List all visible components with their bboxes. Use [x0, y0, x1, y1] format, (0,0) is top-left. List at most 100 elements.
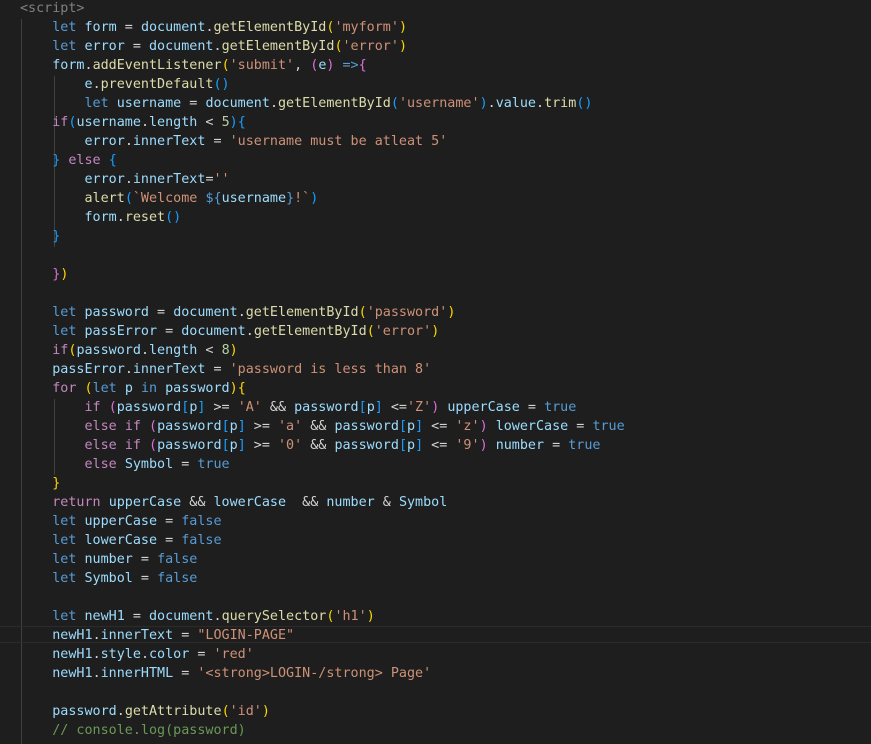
code-token: ): [366, 609, 375, 624]
code-token: password: [334, 419, 399, 434]
code-line[interactable]: let upperCase = false: [20, 512, 625, 531]
code-line[interactable]: let Symbol = false: [20, 569, 625, 588]
code-token: password: [76, 343, 141, 358]
code-line[interactable]: [20, 284, 625, 303]
code-token: >=: [205, 400, 238, 415]
code-token: true: [197, 457, 230, 472]
code-token: if: [52, 343, 69, 358]
code-line[interactable]: }: [20, 474, 625, 493]
code-token: innerText: [132, 362, 206, 377]
code-token: [: [398, 419, 407, 434]
code-line[interactable]: let passError = document.getElementById(…: [20, 322, 625, 341]
code-token: .: [116, 210, 125, 225]
code-lines[interactable]: <script> let form = document.getElementB…: [0, 0, 871, 740]
code-line[interactable]: error.innerText='': [20, 170, 625, 189]
code-token: number: [495, 438, 545, 453]
code-line[interactable]: error.innerText = 'username must be atle…: [20, 132, 625, 151]
code-line[interactable]: password.getAttribute('id'): [20, 702, 625, 721]
code-line[interactable]: [20, 683, 625, 702]
code-line[interactable]: } else {: [20, 151, 625, 170]
code-line[interactable]: newH1.style.color = 'red': [20, 645, 625, 664]
code-line[interactable]: if(password.length < 8): [20, 341, 625, 360]
code-token: .: [269, 96, 278, 111]
code-line[interactable]: let lowerCase = false: [20, 531, 625, 550]
code-line[interactable]: let newH1 = document.querySelector('h1'): [20, 607, 625, 626]
code-line[interactable]: e.preventDefault(): [20, 75, 625, 94]
code-token: 'z': [455, 419, 480, 434]
code-token: length: [149, 343, 198, 358]
code-line[interactable]: let number = false: [20, 550, 625, 569]
code-token: password: [52, 704, 117, 719]
code-line[interactable]: return upperCase && lowerCase && number …: [20, 493, 625, 512]
code-token: <=: [423, 438, 456, 453]
code-token: .: [487, 96, 496, 111]
code-token: ${: [205, 191, 222, 206]
code-token: document: [140, 20, 206, 35]
code-line[interactable]: for (let p in password){: [20, 379, 625, 398]
code-line[interactable]: if(username.length < 5){: [20, 113, 625, 132]
code-token: username: [76, 115, 141, 130]
code-line[interactable]: <script>: [20, 0, 625, 18]
code-token: form: [84, 210, 117, 225]
code-line[interactable]: if (password[p] >= 'A' && password[p] <=…: [20, 398, 625, 417]
code-line[interactable]: newH1.innerHTML = '<strong>LOGIN-/strong…: [20, 664, 625, 683]
code-token: =: [149, 305, 174, 320]
code-token: let: [52, 514, 77, 529]
code-line[interactable]: form.reset(): [20, 208, 625, 227]
code-line[interactable]: alert(`Welcome ${username}!`): [20, 189, 625, 208]
code-line[interactable]: else if (password[p] >= 'a' && password[…: [20, 417, 625, 436]
code-line[interactable]: let password = document.getElementById('…: [20, 303, 625, 322]
code-line[interactable]: }): [20, 265, 625, 284]
code-token: getAttribute: [124, 704, 222, 719]
code-token: 5: [221, 115, 230, 130]
code-token: .: [536, 96, 545, 111]
code-token: lowerCase: [495, 419, 569, 434]
code-line[interactable]: let error = document.getElementById('err…: [20, 37, 625, 56]
code-line[interactable]: let form = document.getElementById('myfo…: [20, 18, 625, 37]
code-editor[interactable]: <script> let form = document.getElementB…: [0, 0, 871, 744]
code-token: addEventListener: [92, 58, 222, 73]
code-line[interactable]: let username = document.getElementById('…: [20, 94, 625, 113]
code-line[interactable]: // console.log(password): [20, 721, 625, 740]
code-token: &: [374, 495, 399, 510]
code-line[interactable]: passError.innerText = 'password is less …: [20, 360, 625, 379]
code-token: true: [568, 438, 601, 453]
code-line[interactable]: newH1.innerText = "LOGIN-PAGE": [0, 626, 871, 645]
code-line[interactable]: }: [20, 227, 625, 246]
code-token: 'A': [237, 400, 262, 415]
code-token: 'myform': [334, 20, 399, 35]
code-line[interactable]: [20, 588, 625, 607]
code-token: (: [334, 39, 343, 54]
code-token: if: [124, 438, 141, 453]
code-token: <script>: [20, 1, 85, 16]
code-token: =: [205, 362, 230, 377]
code-token: =: [181, 96, 206, 111]
code-token: =: [132, 552, 158, 567]
code-line[interactable]: else Symbol = true: [20, 455, 625, 474]
code-token: 'error': [374, 324, 432, 339]
code-token: }: [52, 229, 61, 244]
code-token: p: [407, 438, 416, 453]
code-line[interactable]: [20, 246, 625, 265]
code-line[interactable]: form.addEventListener('submit', (e) =>{: [20, 56, 625, 75]
code-line[interactable]: else if (password[p] >= '0' && password[…: [20, 436, 625, 455]
